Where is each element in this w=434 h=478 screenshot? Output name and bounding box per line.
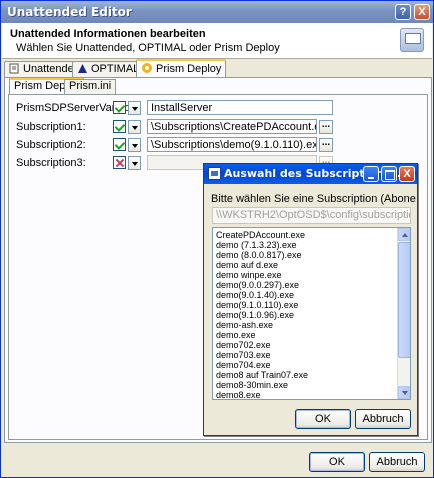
cancel-button[interactable]: Abbruch: [369, 452, 425, 472]
list-item[interactable]: demo8.exe: [216, 390, 396, 399]
tab-prism-deploy-label: Prism Deploy: [156, 63, 222, 75]
subscription1-checkbox[interactable]: [113, 120, 126, 133]
subscription2-dropdown[interactable]: [128, 138, 141, 152]
triangle-icon: [78, 64, 87, 73]
scroll-down-button[interactable]: [398, 386, 410, 399]
subscription1-browse-button[interactable]: ...: [319, 120, 333, 134]
dialog-title-bar[interactable]: Auswahl des Subscription (... X: [204, 164, 417, 184]
list-item[interactable]: demo(9.1.0.110).exe: [216, 300, 396, 310]
minimize-button[interactable]: [363, 166, 379, 182]
window-icon: [208, 167, 221, 180]
subscription3-checkbox[interactable]: [113, 156, 126, 169]
list-item[interactable]: demo (7.1.3.23).exe: [216, 240, 396, 250]
list-item[interactable]: demo704.exe: [216, 360, 396, 370]
list-item[interactable]: demo702.exe: [216, 340, 396, 350]
close-button[interactable]: X: [414, 4, 430, 20]
ok-button[interactable]: OK: [309, 452, 365, 472]
scroll-thumb[interactable]: [398, 242, 410, 358]
subscription3-dropdown[interactable]: [128, 156, 141, 170]
help-button[interactable]: ?: [395, 4, 411, 20]
subtab-prism-ini[interactable]: Prism.ini: [64, 79, 117, 94]
list-item[interactable]: demo(9.0.1.40).exe: [216, 290, 396, 300]
vertical-scrollbar[interactable]: [397, 228, 410, 399]
prism-sdp-server-variable-checkbox[interactable]: [113, 101, 126, 114]
list-item[interactable]: demo8-30min.exe: [216, 380, 396, 390]
list-item[interactable]: demo(9.0.0.297).exe: [216, 280, 396, 290]
tab-optimal-label: OPTIMAL: [91, 63, 140, 75]
subscription2-browse-button[interactable]: ...: [319, 138, 333, 152]
list-item[interactable]: demo auf d.exe: [216, 260, 396, 270]
prism-icon: [142, 63, 152, 73]
subscription-listbox[interactable]: CreatePDAccount.exe demo (7.1.3.23).exe de…: [212, 227, 411, 400]
document-icon: [9, 63, 19, 74]
subscription3-label: Subscription3:: [16, 157, 86, 169]
list-item[interactable]: demo winpe.exe: [216, 270, 396, 280]
header-panel: Unattended Informationen bearbeiten Wähl…: [2, 23, 432, 59]
header-title: Unattended Informationen bearbeiten: [10, 28, 206, 40]
prism-sdp-server-variable-input[interactable]: InstallServer: [147, 100, 333, 115]
subscription-list: CreatePDAccount.exe demo (7.1.3.23).exe de…: [216, 230, 396, 399]
dialog-cancel-button[interactable]: Abbruch: [355, 409, 411, 429]
prism-sdp-server-variable-dropdown[interactable]: [128, 101, 141, 115]
subscription1-label: Subscription1:: [16, 121, 86, 133]
list-item[interactable]: CreatePDAccount.exe: [216, 230, 396, 240]
path-field[interactable]: \\WKSTRH2\OptOSD$\config\subscriptions: [212, 207, 411, 224]
tab-optimal[interactable]: OPTIMAL: [72, 61, 145, 77]
header-subtitle: Wählen Sie Unattended, OPTIMAL oder Pris…: [16, 42, 280, 54]
subscription2-label: Subscription2:: [16, 139, 86, 151]
title-bar[interactable]: Unattended Editor ? X: [1, 1, 433, 23]
list-item[interactable]: demo (8.0.0.817).exe: [216, 250, 396, 260]
subscription2-input[interactable]: \Subscriptions\demo(9.1.0.110).exe: [147, 137, 317, 152]
monitor-icon: [400, 28, 424, 52]
dialog-prompt: Bitte wählen Sie eine Subscription (Abon…: [211, 193, 416, 205]
list-item[interactable]: demo703.exe: [216, 350, 396, 360]
list-item[interactable]: demo8 auf Train07.exe: [216, 370, 396, 380]
list-item[interactable]: demo(9.1.0.96).exe: [216, 310, 396, 320]
subscription1-dropdown[interactable]: [128, 120, 141, 134]
subscription-selection-dialog: Auswahl des Subscription (... X Bitte wä…: [203, 163, 418, 436]
dialog-close-button[interactable]: X: [399, 166, 415, 182]
list-item[interactable]: demo.exe: [216, 330, 396, 340]
list-item[interactable]: demo-ash.exe: [216, 320, 396, 330]
window-title: Unattended Editor: [7, 5, 132, 19]
maximize-button[interactable]: [381, 166, 397, 182]
subscription2-checkbox[interactable]: [113, 138, 126, 151]
dialog-ok-button[interactable]: OK: [295, 409, 351, 429]
subscription1-input[interactable]: \Subscriptions\CreatePDAccount.exe: [147, 119, 317, 134]
tab-prism-deploy[interactable]: Prism Deploy: [136, 59, 227, 78]
scroll-up-button[interactable]: [398, 228, 410, 241]
